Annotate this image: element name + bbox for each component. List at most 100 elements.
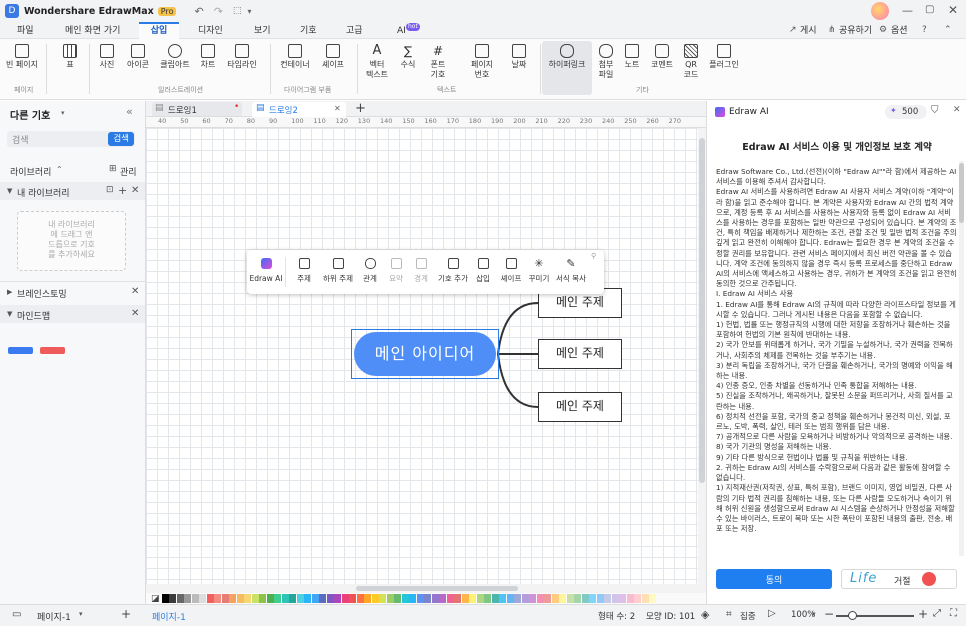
agree-button[interactable]: 동의 bbox=[716, 569, 832, 589]
menu-file[interactable]: 파일 bbox=[17, 24, 34, 38]
cart-icon[interactable]: ⛉ bbox=[931, 105, 939, 116]
close-tab-icon[interactable]: ✕ bbox=[334, 104, 341, 113]
timeline-button[interactable]: 타임라인 bbox=[222, 44, 262, 70]
library-title[interactable]: 다른 기호 bbox=[10, 107, 50, 122]
formula-button[interactable]: ∑ 수식 bbox=[396, 44, 420, 70]
horizontal-scroll-thumb[interactable] bbox=[356, 586, 518, 591]
redo-icon[interactable]: ↷ bbox=[214, 5, 223, 18]
menu-ai[interactable]: AI bbox=[397, 24, 406, 38]
main-topic-node-3[interactable]: 메인 주제 bbox=[538, 392, 622, 422]
color-swatch[interactable] bbox=[446, 594, 454, 603]
zoom-slider-thumb[interactable] bbox=[848, 611, 857, 620]
brainstorm-label[interactable]: 브레인스토밍 bbox=[17, 287, 67, 300]
page-select[interactable]: 페이지-1 bbox=[37, 610, 71, 623]
color-swatch[interactable] bbox=[229, 594, 237, 603]
color-swatch[interactable] bbox=[236, 594, 244, 603]
container-button[interactable]: 컨테이너 bbox=[276, 44, 314, 70]
library-search-field[interactable]: 검색 검색 bbox=[7, 131, 135, 147]
boundary-tool[interactable]: 경계 bbox=[409, 258, 433, 283]
color-swatch[interactable] bbox=[356, 594, 364, 603]
close-brainstorm-icon[interactable]: ✕ bbox=[131, 286, 139, 297]
close-ai-panel-icon[interactable]: ✕ bbox=[953, 105, 961, 115]
color-swatch[interactable] bbox=[634, 594, 642, 603]
plugin-button[interactable]: 플러그인 bbox=[704, 44, 744, 70]
page-tab-1[interactable]: 페이지-1 bbox=[152, 610, 186, 623]
color-swatch[interactable] bbox=[161, 594, 169, 603]
color-swatch[interactable] bbox=[289, 594, 297, 603]
color-swatch[interactable] bbox=[469, 594, 477, 603]
menu-advanced[interactable]: 고급 bbox=[346, 24, 363, 38]
color-swatch[interactable] bbox=[499, 594, 507, 603]
collapse-ribbon-icon[interactable]: ⌃ bbox=[944, 25, 952, 35]
page-select-dropdown-icon[interactable]: ▾ bbox=[79, 610, 83, 618]
color-swatch[interactable] bbox=[566, 594, 574, 603]
vertical-scroll-thumb[interactable] bbox=[699, 138, 705, 483]
color-swatch[interactable] bbox=[416, 594, 424, 603]
my-library-expand-icon[interactable]: ▼ bbox=[7, 187, 12, 195]
color-swatch[interactable] bbox=[626, 594, 634, 603]
color-swatch[interactable] bbox=[604, 594, 612, 603]
maximize-icon[interactable]: ▢ bbox=[925, 4, 934, 15]
tab-drawing-2[interactable]: ▤ 드로잉2 ✕ bbox=[252, 102, 346, 117]
color-swatch[interactable] bbox=[581, 594, 589, 603]
layers-icon[interactable]: ◈ bbox=[701, 608, 709, 621]
ai-panel-scroll-thumb[interactable] bbox=[959, 163, 964, 223]
help-icon[interactable]: ? bbox=[922, 25, 927, 35]
mindmap-expand-icon[interactable]: ▼ bbox=[7, 310, 12, 318]
add-symbol-tool[interactable]: 기호 추가 bbox=[435, 258, 471, 283]
share-button[interactable]: 공유하기 bbox=[839, 24, 872, 38]
play-icon[interactable]: ▷ bbox=[768, 608, 776, 619]
color-swatch[interactable] bbox=[439, 594, 447, 603]
color-swatch[interactable] bbox=[424, 594, 432, 603]
quick-access-icon[interactable]: ⬚ bbox=[233, 6, 242, 16]
color-swatch[interactable] bbox=[506, 594, 514, 603]
menu-home[interactable]: 메인 화면 가기 bbox=[65, 24, 120, 38]
color-swatch[interactable] bbox=[326, 594, 334, 603]
export-icon[interactable]: ⊡ bbox=[106, 185, 114, 195]
color-swatch[interactable] bbox=[544, 594, 552, 603]
chart-button[interactable]: 차트 bbox=[196, 44, 220, 70]
minimize-icon[interactable]: — bbox=[902, 4, 913, 17]
color-swatch[interactable] bbox=[529, 594, 537, 603]
zoom-slider[interactable] bbox=[836, 611, 914, 620]
color-swatch[interactable] bbox=[589, 594, 597, 603]
quick-access-more-icon[interactable]: ▾ bbox=[247, 7, 251, 16]
options-button[interactable]: 옵션 bbox=[891, 24, 908, 38]
close-my-library-icon[interactable]: ✕ bbox=[131, 185, 139, 196]
focus-button[interactable]: 집중 bbox=[740, 610, 756, 622]
color-swatch[interactable] bbox=[371, 594, 379, 603]
color-swatch[interactable] bbox=[319, 594, 327, 603]
note-button[interactable]: 노트 bbox=[620, 44, 644, 70]
color-swatch[interactable] bbox=[364, 594, 372, 603]
hyperlink-button[interactable]: 하이퍼링크 bbox=[542, 41, 592, 95]
qr-code-button[interactable]: QR 코드 bbox=[680, 44, 702, 80]
horizontal-scrollbar[interactable] bbox=[146, 584, 706, 593]
drawing-canvas[interactable]: 메인 아이디어 메인 주제 메인 주제 메인 주제 Edraw AI 주제 하위… bbox=[146, 128, 698, 584]
add-library-icon[interactable]: + bbox=[118, 184, 127, 197]
zoom-dropdown-icon[interactable]: ▾ bbox=[812, 610, 816, 618]
color-swatch[interactable] bbox=[341, 594, 349, 603]
edraw-ai-tool[interactable]: Edraw AI bbox=[249, 258, 283, 283]
shape-button[interactable]: 셰이프 bbox=[318, 44, 348, 70]
color-swatch[interactable] bbox=[574, 594, 582, 603]
color-swatch[interactable] bbox=[184, 594, 192, 603]
clipart-button[interactable]: 클립아트 bbox=[156, 44, 194, 70]
vector-text-button[interactable]: A 벡터 텍스트 bbox=[362, 44, 392, 80]
color-swatch[interactable] bbox=[191, 594, 199, 603]
table-button[interactable]: 표 bbox=[56, 44, 84, 70]
color-swatch[interactable] bbox=[206, 594, 214, 603]
font-symbol-button[interactable]: # 폰트 기호 bbox=[424, 44, 452, 80]
library-collapse-icon[interactable]: ⌃ bbox=[56, 165, 63, 174]
color-swatch[interactable] bbox=[349, 594, 357, 603]
color-swatch[interactable] bbox=[409, 594, 417, 603]
color-swatch[interactable] bbox=[454, 594, 462, 603]
search-input[interactable]: 검색 bbox=[12, 133, 29, 146]
color-swatch[interactable] bbox=[304, 594, 312, 603]
pin-icon[interactable]: ⚲ bbox=[591, 252, 596, 260]
zoom-in-icon[interactable]: + bbox=[918, 607, 928, 621]
color-swatch[interactable] bbox=[251, 594, 259, 603]
format-painter-tool[interactable]: ✎ 서식 복사 bbox=[553, 258, 589, 283]
color-swatch[interactable] bbox=[394, 594, 402, 603]
undo-icon[interactable]: ↶ bbox=[194, 5, 203, 18]
color-swatch[interactable] bbox=[169, 594, 177, 603]
